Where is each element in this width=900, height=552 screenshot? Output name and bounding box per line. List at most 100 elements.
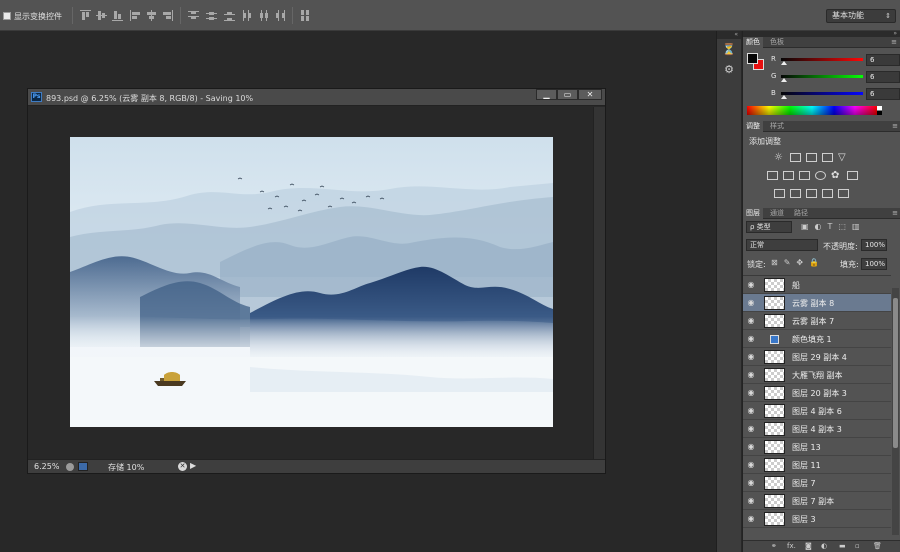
layer-filter-select[interactable]: ρ 类型 <box>746 221 792 233</box>
distribute-left-icon[interactable] <box>242 10 253 21</box>
align-top-icon[interactable] <box>80 10 91 21</box>
photo-filter-icon[interactable] <box>815 171 826 180</box>
tab-layers[interactable]: 图层 <box>743 208 763 219</box>
layer-thumbnail[interactable] <box>764 278 785 292</box>
hue-saturation-icon[interactable] <box>767 171 778 180</box>
canvas-image[interactable] <box>70 137 553 427</box>
visibility-eye-icon[interactable]: ◉ <box>746 479 756 487</box>
document-scrollbar[interactable] <box>593 107 605 459</box>
tab-color[interactable]: 颜色 <box>743 37 763 48</box>
exposure-icon[interactable] <box>822 153 833 162</box>
visibility-eye-icon[interactable]: ◉ <box>746 281 756 289</box>
canvas-area[interactable] <box>28 107 593 459</box>
history-icon[interactable]: ⏳ <box>722 43 736 57</box>
vibrance-icon[interactable]: ▽ <box>838 153 849 163</box>
red-thumb[interactable] <box>781 61 787 65</box>
align-left-icon[interactable] <box>130 10 141 21</box>
opacity-field[interactable]: 100% <box>861 239 887 251</box>
distribute-right-icon[interactable] <box>274 10 285 21</box>
tab-styles[interactable]: 样式 <box>767 121 787 132</box>
layer-name[interactable]: 图层 20 副本 3 <box>792 388 847 399</box>
green-value-field[interactable]: 6 <box>866 71 900 83</box>
distribute-top-icon[interactable] <box>188 10 199 21</box>
distribute-vcenter-icon[interactable] <box>206 10 217 21</box>
visibility-eye-icon[interactable]: ◉ <box>746 299 756 307</box>
distribute-bottom-icon[interactable] <box>224 10 235 21</box>
brightness-icon[interactable]: ☼ <box>774 153 785 163</box>
visibility-eye-icon[interactable]: ◉ <box>746 335 756 343</box>
layer-row[interactable]: ◉ 大雁飞翔 副本 <box>743 366 891 384</box>
layer-filter-icons[interactable]: ▣◐T⬚▥ <box>801 222 896 232</box>
layer-thumbnail[interactable] <box>764 386 785 400</box>
layer-row[interactable]: ◉ 图层 7 <box>743 474 891 492</box>
layer-thumbnail[interactable] <box>764 476 785 490</box>
visibility-eye-icon[interactable]: ◉ <box>746 461 756 469</box>
layer-name[interactable]: 图层 13 <box>792 442 821 453</box>
cancel-save-icon[interactable]: ✕ <box>178 462 187 471</box>
black-white-icon[interactable] <box>799 171 810 180</box>
layer-name[interactable]: 图层 4 副本 6 <box>792 406 842 417</box>
layer-name[interactable]: 云雾 副本 7 <box>792 316 834 327</box>
visibility-eye-icon[interactable]: ◉ <box>746 425 756 433</box>
red-value-field[interactable]: 6 <box>866 54 900 66</box>
levels-icon[interactable] <box>790 153 801 162</box>
red-channel-slider[interactable]: R 6 <box>771 54 900 67</box>
layer-row[interactable]: ◉ 图层 4 副本 3 <box>743 420 891 438</box>
blue-channel-slider[interactable]: B 6 <box>771 88 900 101</box>
layer-row[interactable]: ◉ 颜色填充 1 <box>743 330 891 348</box>
maximize-button[interactable]: ▭ <box>557 89 578 100</box>
new-layer-icon[interactable]: ▫ <box>855 542 860 550</box>
blue-track[interactable] <box>781 92 863 95</box>
blue-value-field[interactable]: 6 <box>866 88 900 100</box>
tab-adjustments[interactable]: 调整 <box>743 121 763 132</box>
red-track[interactable] <box>781 58 863 61</box>
layer-name[interactable]: 图层 11 <box>792 460 821 471</box>
layer-thumbnail[interactable] <box>764 422 785 436</box>
green-channel-slider[interactable]: G 6 <box>771 71 900 84</box>
layer-thumbnail[interactable] <box>764 368 785 382</box>
selective-color-icon[interactable] <box>838 189 849 198</box>
minimize-button[interactable]: ▁ <box>536 89 557 100</box>
color-spectrum[interactable] <box>747 106 877 115</box>
layers-scrollbar[interactable] <box>892 288 899 535</box>
visibility-eye-icon[interactable]: ◉ <box>746 515 756 523</box>
layer-name[interactable]: 图层 29 副本 4 <box>792 352 847 363</box>
group-icon[interactable]: ▬ <box>839 542 846 550</box>
lock-icons[interactable]: ⊠✎✥🔒 <box>771 258 825 267</box>
adjustment-icon[interactable]: ◐ <box>821 542 827 550</box>
layer-thumbnail[interactable] <box>764 404 785 418</box>
mask-icon[interactable]: ◙ <box>805 542 812 550</box>
layer-name[interactable]: 颜色填充 1 <box>792 334 832 345</box>
close-button[interactable]: ✕ <box>578 89 602 100</box>
layer-thumbnail[interactable] <box>764 350 785 364</box>
properties-icon[interactable]: ⚙ <box>722 63 736 77</box>
layer-row[interactable]: ◉ 图层 20 副本 3 <box>743 384 891 402</box>
green-track[interactable] <box>781 75 863 78</box>
layer-row[interactable]: ◉ 图层 29 副本 4 <box>743 348 891 366</box>
document-profile-icon[interactable] <box>78 462 88 471</box>
layers-scroll-thumb[interactable] <box>893 298 898 448</box>
fill-field[interactable]: 100% <box>861 258 887 270</box>
green-thumb[interactable] <box>781 78 787 82</box>
layer-thumbnail[interactable] <box>764 458 785 472</box>
layer-name[interactable]: 大雁飞翔 副本 <box>792 370 843 381</box>
workspace-select[interactable]: 基本功能 ⇕ <box>826 9 896 23</box>
gradient-map-icon[interactable] <box>822 189 833 198</box>
show-transform-checkbox[interactable] <box>3 12 11 20</box>
layer-thumbnail[interactable] <box>764 494 785 508</box>
distribute-hcenter-icon[interactable] <box>258 10 269 21</box>
panel-menu-icon[interactable]: ≡ <box>892 208 898 219</box>
layer-thumbnail[interactable] <box>764 512 785 526</box>
layer-name[interactable]: 图层 4 副本 3 <box>792 424 842 435</box>
invert-icon[interactable] <box>774 189 785 198</box>
link-icon[interactable]: ⚭ <box>771 542 777 550</box>
visibility-eye-icon[interactable]: ◉ <box>746 371 756 379</box>
tab-swatches[interactable]: 色板 <box>767 37 787 48</box>
tab-channels[interactable]: 通道 <box>767 208 787 219</box>
layer-thumbnail[interactable] <box>764 440 785 454</box>
align-vcenter-icon[interactable] <box>96 10 107 21</box>
layer-name[interactable]: 图层 7 副本 <box>792 496 834 507</box>
panel-menu-icon[interactable]: ≡ <box>891 37 897 48</box>
layer-row[interactable]: ◉ 船 <box>743 276 891 294</box>
visibility-eye-icon[interactable]: ◉ <box>746 497 756 505</box>
